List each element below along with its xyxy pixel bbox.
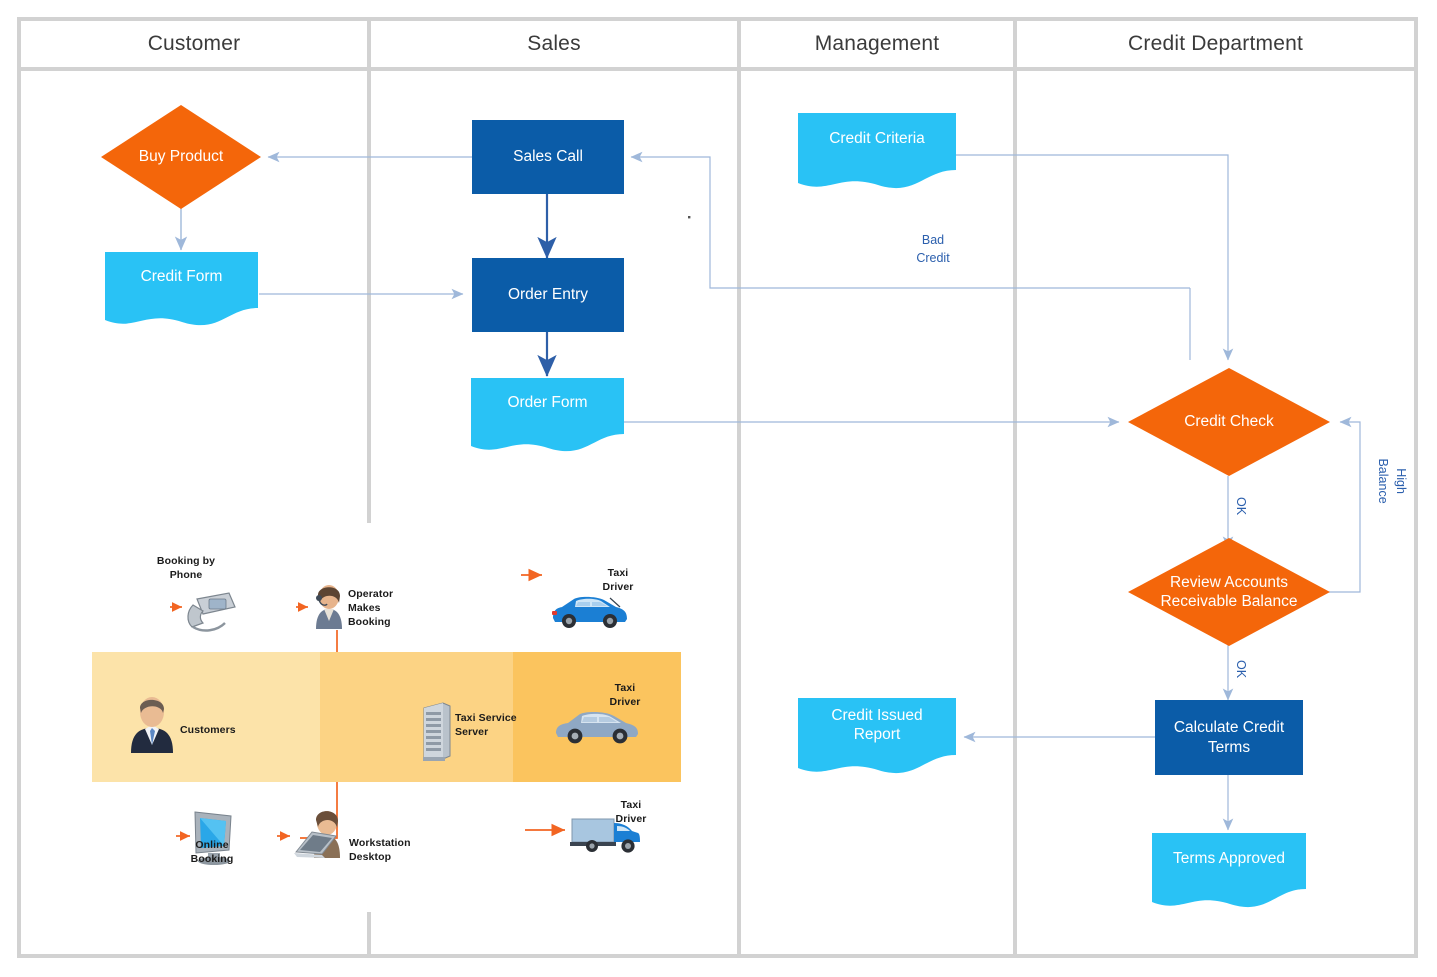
edge-label-bad-credit: Bad Credit <box>878 231 988 267</box>
node-credit-check[interactable]: Credit Check <box>1128 368 1330 476</box>
node-order-entry[interactable]: Order Entry <box>472 258 624 332</box>
customer-person-icon <box>131 697 173 753</box>
lane-header-credit[interactable]: Credit Department <box>1017 21 1414 67</box>
node-credit-issued-report-label-line1: Credit Issued <box>831 706 923 724</box>
taxi-label-workstation-desktop: Workstation Desktop <box>349 837 411 864</box>
lane-header-customer[interactable]: Customer <box>21 21 371 67</box>
lane-header-sales[interactable]: Sales <box>371 21 741 67</box>
edge-label-bad-credit-line2: Credit <box>916 251 950 266</box>
lane-divider-customer-sales-upper <box>367 71 371 523</box>
node-credit-issued-report[interactable]: Credit Issued Report <box>798 698 956 774</box>
header-separator-rule <box>21 67 1414 71</box>
lane-divider-sales-management <box>737 71 741 958</box>
taxi-label-driver-top: Taxi Driver <box>602 567 634 594</box>
edge-label-ok-1: OK <box>1234 497 1249 516</box>
node-credit-check-label: Credit Check <box>1184 413 1274 431</box>
node-order-form-label: Order Form <box>507 394 588 412</box>
node-sales-call[interactable]: Sales Call <box>472 120 624 194</box>
node-order-form[interactable]: Order Form <box>471 378 624 452</box>
node-calculate-credit-terms-label-line1: Calculate Credit <box>1173 719 1285 737</box>
edge-label-high-balance: High Balance <box>1353 430 1429 540</box>
node-order-entry-label: Order Entry <box>507 286 589 304</box>
edge-label-ok-2: OK <box>1234 660 1249 679</box>
taxi-label-driver-mid: Taxi Driver <box>609 682 641 709</box>
node-calculate-credit-terms-label-line2: Terms <box>1207 738 1251 756</box>
lane-divider-customer-sales-lower <box>367 912 371 958</box>
swimlane-header-band: Customer Sales Management Credit Departm… <box>21 21 1414 67</box>
node-buy-product-label: Buy Product <box>138 148 224 166</box>
blue-hatchback-taxi-icon <box>552 596 627 628</box>
node-sales-call-label: Sales Call <box>513 148 583 166</box>
lane-header-management[interactable]: Management <box>741 21 1017 67</box>
blue-sedan-taxi-icon <box>556 711 638 744</box>
edge-label-high-balance-line2: Balance <box>1376 458 1391 504</box>
lane-header-credit-label: Credit Department <box>1128 32 1303 55</box>
node-terms-approved-label: Terms Approved <box>1173 849 1285 867</box>
operator-headset-person-icon <box>316 585 342 629</box>
lane-header-management-label: Management <box>814 32 940 55</box>
lane-divider-management-credit <box>1013 71 1017 958</box>
node-calculate-credit-terms[interactable]: Calculate Credit Terms <box>1155 700 1303 775</box>
taxi-label-taxi-service-server: Taxi Service Server <box>455 712 517 739</box>
lane-header-customer-label: Customer <box>147 32 241 55</box>
flowchart-canvas: Customer Sales Management Credit Departm… <box>0 0 1437 977</box>
blue-van-truck-icon <box>570 818 640 853</box>
taxi-label-customers: Customers <box>180 724 236 736</box>
desk-phone-icon <box>187 592 236 632</box>
node-buy-product[interactable]: Buy Product <box>101 105 261 209</box>
server-rack-icon <box>423 702 451 761</box>
node-credit-form[interactable]: Credit Form <box>105 252 258 326</box>
edge-label-high-balance-line1: High <box>1394 468 1409 494</box>
node-review-accounts-label-line1: Review Accounts <box>1169 573 1289 591</box>
node-review-accounts[interactable]: Review Accounts Receivable Balance <box>1128 538 1330 646</box>
lane-header-sales-label: Sales <box>527 32 581 55</box>
node-credit-criteria[interactable]: Credit Criteria <box>798 113 956 189</box>
taxi-label-operator-makes-booking: Operator Makes Booking <box>348 588 394 629</box>
node-credit-issued-report-label-line2: Report <box>853 726 901 743</box>
node-credit-criteria-label: Credit Criteria <box>829 130 925 148</box>
taxi-label-online-booking: Online Booking <box>190 839 234 866</box>
edge-label-bad-credit-line1: Bad <box>921 233 945 247</box>
node-credit-form-label: Credit Form <box>140 268 223 286</box>
laptop-person-icon <box>294 811 340 858</box>
node-review-accounts-label-line2: Receivable Balance <box>1160 593 1298 610</box>
taxi-label-booking-by-phone: Booking by Phone <box>156 555 216 582</box>
node-terms-approved[interactable]: Terms Approved <box>1152 833 1306 908</box>
